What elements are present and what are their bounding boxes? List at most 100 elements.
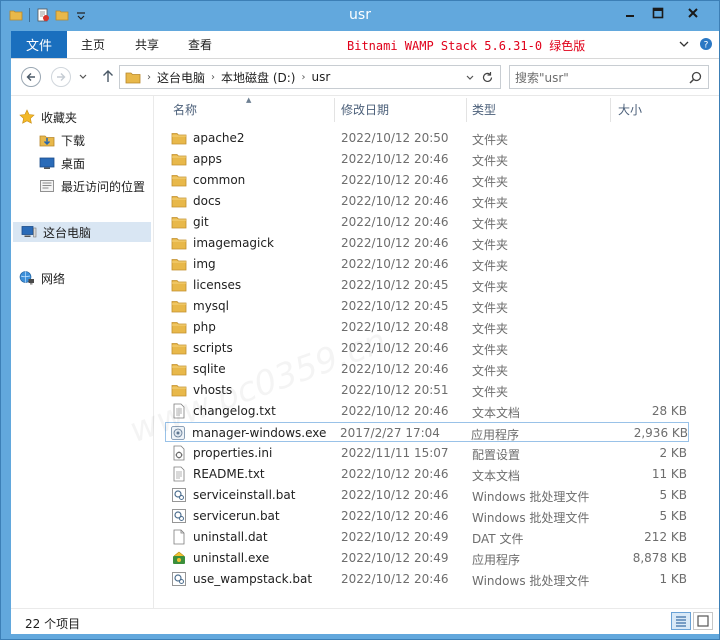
folder-icon (171, 385, 187, 397)
file-row[interactable]: sqlite 2022/10/12 20:46 文件夹 (167, 359, 687, 379)
file-row[interactable]: scripts 2022/10/12 20:46 文件夹 (167, 338, 687, 358)
file-row[interactable]: imagemagick 2022/10/12 20:46 文件夹 (167, 233, 687, 253)
file-name: serviceinstall.bat (193, 488, 296, 502)
breadcrumb-usr[interactable]: usr (311, 70, 330, 84)
up-arrow-icon[interactable] (101, 69, 115, 83)
file-modified-date: 2022/10/12 20:46 (341, 488, 449, 502)
file-size: 1 KB (659, 572, 687, 586)
tab-home[interactable]: 主页 (81, 31, 105, 58)
chevron-down-icon[interactable] (466, 74, 474, 82)
file-row[interactable]: properties.ini 2022/11/11 15:07 配置设置 2 KB (167, 443, 687, 463)
navigation-bar: › 这台电脑 › 本地磁盘 (D:) › usr 搜索"usr" (11, 59, 719, 95)
network-icon (19, 271, 34, 285)
file-row[interactable]: uninstall.dat 2022/10/12 20:49 DAT 文件 212 K… (167, 527, 687, 547)
folder-icon (171, 196, 187, 208)
nav-item-recent-places[interactable]: 最近访问的位置 (39, 176, 145, 196)
file-size: 28 KB (651, 404, 687, 418)
folder-icon (125, 72, 141, 84)
column-header-name[interactable]: 名称 (173, 96, 333, 122)
file-row[interactable]: changelog.txt 2022/10/12 20:46 文本文档 28 KB (167, 401, 687, 421)
file-modified-date: 2022/10/12 20:50 (341, 131, 449, 145)
file-row[interactable]: README.txt 2022/10/12 20:46 文本文档 11 KB (167, 464, 687, 484)
file-row[interactable]: common 2022/10/12 20:46 文件夹 (167, 170, 687, 190)
text-file-icon (173, 403, 185, 419)
file-row[interactable]: mysql 2022/10/12 20:45 文件夹 (167, 296, 687, 316)
file-name: apps (193, 152, 222, 166)
tab-view[interactable]: 查看 (188, 31, 212, 58)
nav-item-desktop[interactable]: 桌面 (39, 153, 85, 173)
tab-file[interactable]: 文件 (11, 31, 67, 58)
file-name: properties.ini (193, 446, 273, 460)
file-row[interactable]: manager-windows.exe 2017/2/27 17:04 应用程序 2,… (165, 422, 689, 442)
column-divider[interactable] (334, 98, 335, 122)
breadcrumb-computer[interactable]: 这台电脑 (157, 69, 205, 86)
nav-item-network[interactable]: 网络 (19, 268, 65, 288)
file-type: 文件夹 (472, 238, 509, 252)
file-list-pane: ▲ 名称 修改日期 类型 大小 apache2 2022/10/12 20:50 文… (157, 96, 719, 609)
file-row[interactable]: apps 2022/10/12 20:46 文件夹 (167, 149, 687, 169)
file-modified-date: 2022/10/12 20:46 (341, 404, 449, 418)
nav-item-this-pc[interactable]: 这台电脑 (13, 222, 151, 242)
uninstaller-icon (173, 551, 185, 564)
back-button[interactable] (21, 67, 41, 87)
file-row[interactable]: php 2022/10/12 20:48 文件夹 (167, 317, 687, 337)
recent-locations-dropdown-icon[interactable] (79, 73, 87, 81)
breadcrumb-drive[interactable]: 本地磁盘 (D:) (221, 69, 295, 86)
address-bar[interactable]: › 这台电脑 › 本地磁盘 (D:) › usr (119, 65, 501, 89)
file-name: docs (193, 194, 221, 208)
file-row[interactable]: vhosts 2022/10/12 20:51 文件夹 (167, 380, 687, 400)
file-modified-date: 2022/10/12 20:46 (341, 236, 449, 250)
file-row[interactable]: licenses 2022/10/12 20:45 文件夹 (167, 275, 687, 295)
details-view-button[interactable] (671, 612, 691, 630)
column-divider[interactable] (466, 98, 467, 122)
file-name: manager-windows.exe (192, 426, 327, 440)
file-modified-date: 2022/10/12 20:46 (341, 215, 449, 229)
maximize-button[interactable] (645, 3, 671, 23)
large-icons-view-button[interactable] (693, 612, 713, 630)
minimize-button[interactable] (617, 3, 643, 23)
help-icon[interactable]: ? (699, 37, 713, 51)
file-row[interactable]: apache2 2022/10/12 20:50 文件夹 (167, 128, 687, 148)
tab-share[interactable]: 共享 (135, 31, 159, 58)
file-modified-date: 2022/10/12 20:46 (341, 194, 449, 208)
chevron-down-icon[interactable] (679, 39, 689, 49)
file-modified-date: 2022/10/12 20:45 (341, 278, 449, 292)
column-divider[interactable] (610, 98, 611, 122)
content-area: 收藏夹 下载 桌面 最近访问的位置 这台电脑 网络 ▲ 名称 修改日期 类型 大… (11, 95, 719, 609)
file-size: 2 KB (659, 446, 687, 460)
arrow-right-icon (57, 73, 66, 81)
column-header-type[interactable]: 类型 (472, 96, 607, 122)
file-row[interactable]: uninstall.exe 2022/10/12 20:49 应用程序 8,878 K… (167, 548, 687, 568)
file-size: 11 KB (651, 467, 687, 481)
column-header-size[interactable]: 大小 (618, 96, 678, 122)
file-name: use_wampstack.bat (193, 572, 313, 586)
file-row[interactable]: img 2022/10/12 20:46 文件夹 (167, 254, 687, 274)
file-name: apache2 (193, 131, 245, 145)
batch-file-icon (172, 488, 186, 502)
file-size: 212 KB (644, 530, 687, 544)
file-name: licenses (193, 278, 242, 292)
file-modified-date: 2022/10/12 20:46 (341, 467, 449, 481)
nav-item-favorites[interactable]: 收藏夹 (19, 107, 77, 127)
folder-icon (171, 301, 187, 313)
file-row[interactable]: git 2022/10/12 20:46 文件夹 (167, 212, 687, 232)
blank-file-icon (173, 529, 185, 545)
svg-text:?: ? (704, 41, 709, 51)
file-row[interactable]: serviceinstall.bat 2022/10/12 20:46 Window… (167, 485, 687, 505)
large-icons-view-icon (697, 615, 709, 627)
refresh-icon[interactable] (481, 71, 494, 84)
file-row[interactable]: docs 2022/10/12 20:46 文件夹 (167, 191, 687, 211)
column-header-date[interactable]: 修改日期 (341, 96, 466, 122)
forward-button[interactable] (51, 67, 71, 87)
arrow-left-icon (26, 73, 35, 81)
file-modified-date: 2022/10/12 20:46 (341, 257, 449, 271)
nav-item-downloads[interactable]: 下载 (39, 130, 85, 150)
file-row[interactable]: servicerun.bat 2022/10/12 20:46 Windows 批处… (167, 506, 687, 526)
pane-divider[interactable] (153, 96, 154, 609)
search-input[interactable]: 搜索"usr" (509, 65, 709, 89)
file-row[interactable]: use_wampstack.bat 2022/10/12 20:46 Windows… (167, 569, 687, 589)
file-type: DAT 文件 (472, 532, 524, 546)
close-button[interactable] (673, 3, 713, 23)
file-modified-date: 2022/10/12 20:49 (341, 551, 449, 565)
file-name: scripts (193, 341, 233, 355)
